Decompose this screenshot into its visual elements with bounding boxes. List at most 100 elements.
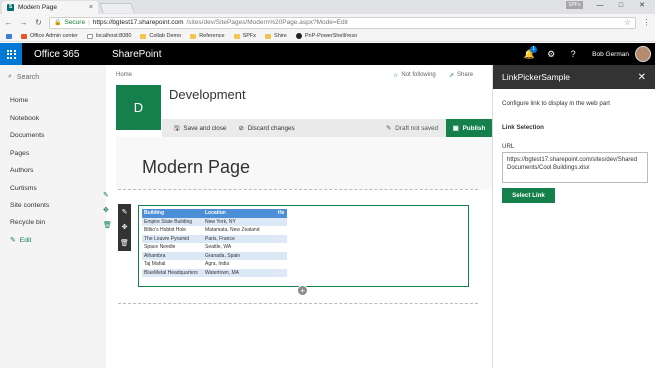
nav-item-pages[interactable]: Pages [10, 150, 29, 157]
page-icon [86, 33, 93, 39]
sharepoint-title[interactable]: SharePoint [112, 49, 161, 60]
delete-webpart-icon[interactable]: 🗑 [120, 239, 129, 247]
url-host: https://bgtest17.sharepoint.com [92, 19, 184, 26]
bookmark-item[interactable]: localhost:8080 [86, 33, 131, 39]
minimize-button[interactable]: — [590, 1, 610, 11]
tab-close-icon[interactable]: × [89, 4, 98, 11]
page-canvas: Home ☆ Not following ⇗ Share D Developme… [103, 65, 492, 368]
pencil-icon: ✎ [386, 124, 392, 132]
property-pane-title: LinkPickerSample [502, 72, 571, 82]
nav-item-site-contents[interactable]: Site contents [10, 202, 49, 209]
table-header-row: Building Location He [142, 209, 287, 218]
move-section-icon[interactable]: ✥ [103, 206, 109, 214]
bookmark-star-icon[interactable]: ☆ [624, 18, 635, 27]
pencil-icon: ✎ [10, 237, 16, 244]
apps-icon [6, 33, 12, 39]
url-path: /sites/dev/SitePages/Modern%20Page.aspx?… [186, 19, 348, 26]
close-icon[interactable]: ✕ [638, 72, 646, 83]
add-section-button[interactable]: + [297, 285, 308, 296]
bookmark-item[interactable]: Reference [190, 33, 225, 39]
bookmark-item[interactable]: Office Admin center [21, 33, 78, 39]
table-row: The Louvre Pyramid Paris, France [142, 234, 287, 243]
sharepoint-favicon-icon: S [7, 4, 14, 11]
discard-changes-button[interactable]: ⊘ Discard changes [238, 125, 294, 132]
table-row: Empire State Building New York, NY [142, 217, 287, 226]
buildings-table: Building Location He Empire State Buildi… [142, 209, 287, 277]
table-row: BlueMetal Headquarters Watertown, MA [142, 268, 287, 277]
bookmark-item[interactable]: SPFx [233, 33, 256, 39]
link-selection-heading: Link Selection [502, 124, 544, 131]
webpart-frame[interactable]: Building Location He Empire State Buildi… [138, 205, 469, 287]
folder-icon [140, 33, 147, 39]
url-textarea[interactable]: https://bgtest17.sharepoint.com/sites/de… [502, 152, 648, 183]
property-pane: LinkPickerSample ✕ Configure link to dis… [492, 65, 655, 368]
app-launcher-icon[interactable] [0, 43, 22, 65]
notification-badge: 1 [530, 45, 538, 53]
command-bar: 🖫 Save and close ⊘ Discard changes ✎ Dra… [162, 119, 492, 137]
new-tab-button[interactable] [99, 3, 135, 13]
search-box[interactable]: ⌕ Search [8, 73, 39, 81]
reload-icon[interactable]: ↻ [34, 18, 43, 27]
edit-webpart-icon[interactable]: ✎ [122, 208, 128, 216]
publish-button[interactable]: ▣ Publish [446, 119, 492, 137]
folder-icon [233, 33, 240, 39]
share-button[interactable]: ⇗ Share [449, 72, 473, 79]
publish-icon: ▣ [452, 124, 459, 132]
nav-item-recycle-bin[interactable]: Recycle bin [10, 219, 45, 226]
nav-edit-link[interactable]: ✎ Edit [10, 236, 31, 245]
forward-arrow-icon[interactable]: → [19, 18, 28, 27]
bookmark-item[interactable]: PnP-PowerShell/reso [295, 33, 357, 39]
bell-icon[interactable]: 🔔 1 [518, 45, 540, 60]
bookmark-apps[interactable] [6, 33, 12, 39]
nav-item-home[interactable]: Home [10, 97, 28, 104]
gear-icon[interactable]: ⚙ [540, 49, 562, 60]
table-row: Taj Mahal Agra, India [142, 260, 287, 269]
share-icon: ⇗ [449, 73, 455, 79]
property-pane-description: Configure link to display in the web par… [502, 100, 610, 107]
save-and-close-button[interactable]: 🖫 Save and close [174, 123, 226, 134]
avatar[interactable] [635, 46, 651, 62]
site-logo[interactable]: D [116, 85, 161, 130]
move-webpart-icon[interactable]: ✥ [122, 223, 128, 231]
edit-section-icon[interactable]: ✎ [103, 191, 109, 199]
menu-dots-icon[interactable]: ⋮ [642, 18, 651, 27]
bookmark-item[interactable]: Shire [265, 33, 287, 39]
table-row: Space Needle Seattle, WA [142, 243, 287, 252]
column-header-building: Building [144, 210, 164, 217]
close-window-button[interactable]: ✕ [632, 1, 652, 11]
bookmark-item[interactable]: Collab Demo [140, 33, 181, 39]
back-arrow-icon[interactable]: ← [4, 18, 13, 27]
office-icon [21, 33, 27, 39]
address-toolbar: ← → ↻ 🔒 Secure | https://bgtest17.sharep… [0, 14, 655, 31]
search-placeholder: Search [16, 73, 40, 81]
office365-title[interactable]: Office 365 [22, 49, 112, 60]
user-name[interactable]: Bob German [584, 51, 635, 58]
tab-title: Modern Page [18, 4, 58, 11]
table-row: Bilbo's Hobbit Hole Matamata, New Zealand [142, 226, 287, 235]
search-icon: ⌕ [8, 73, 12, 80]
webpart-toolbar: ✎ ✥ 🗑 [118, 204, 131, 251]
site-title[interactable]: Development [169, 87, 246, 102]
maximize-button[interactable]: □ [611, 1, 631, 11]
star-icon: ☆ [393, 73, 399, 79]
delete-section-icon[interactable]: 🗑 [103, 221, 112, 229]
save-icon: 🖫 [174, 124, 180, 132]
page-title[interactable]: Modern Page [142, 157, 250, 178]
select-link-button[interactable]: Select Link [502, 188, 555, 203]
browser-tab[interactable]: S Modern Page × [2, 1, 98, 14]
draft-status: ✎ Draft not saved [386, 124, 438, 132]
nav-item-authors[interactable]: Authors [10, 167, 33, 174]
nav-item-curtisms[interactable]: Curtisms [10, 185, 37, 192]
nav-item-notebook[interactable]: Notebook [10, 115, 39, 122]
browser-tab-strip: S Modern Page × SPFx — □ ✕ [0, 0, 655, 14]
breadcrumb[interactable]: Home [116, 72, 132, 78]
github-icon [295, 33, 302, 39]
nav-item-documents[interactable]: Documents [10, 132, 44, 139]
folder-icon [265, 33, 272, 39]
follow-button[interactable]: ☆ Not following [393, 72, 436, 79]
help-icon[interactable]: ? [562, 49, 584, 59]
profile-chip[interactable]: SPFx [566, 1, 583, 9]
url-input[interactable]: 🔒 Secure | https://bgtest17.sharepoint.c… [49, 16, 636, 29]
column-header-height: He [278, 210, 285, 217]
section-divider [118, 303, 478, 304]
